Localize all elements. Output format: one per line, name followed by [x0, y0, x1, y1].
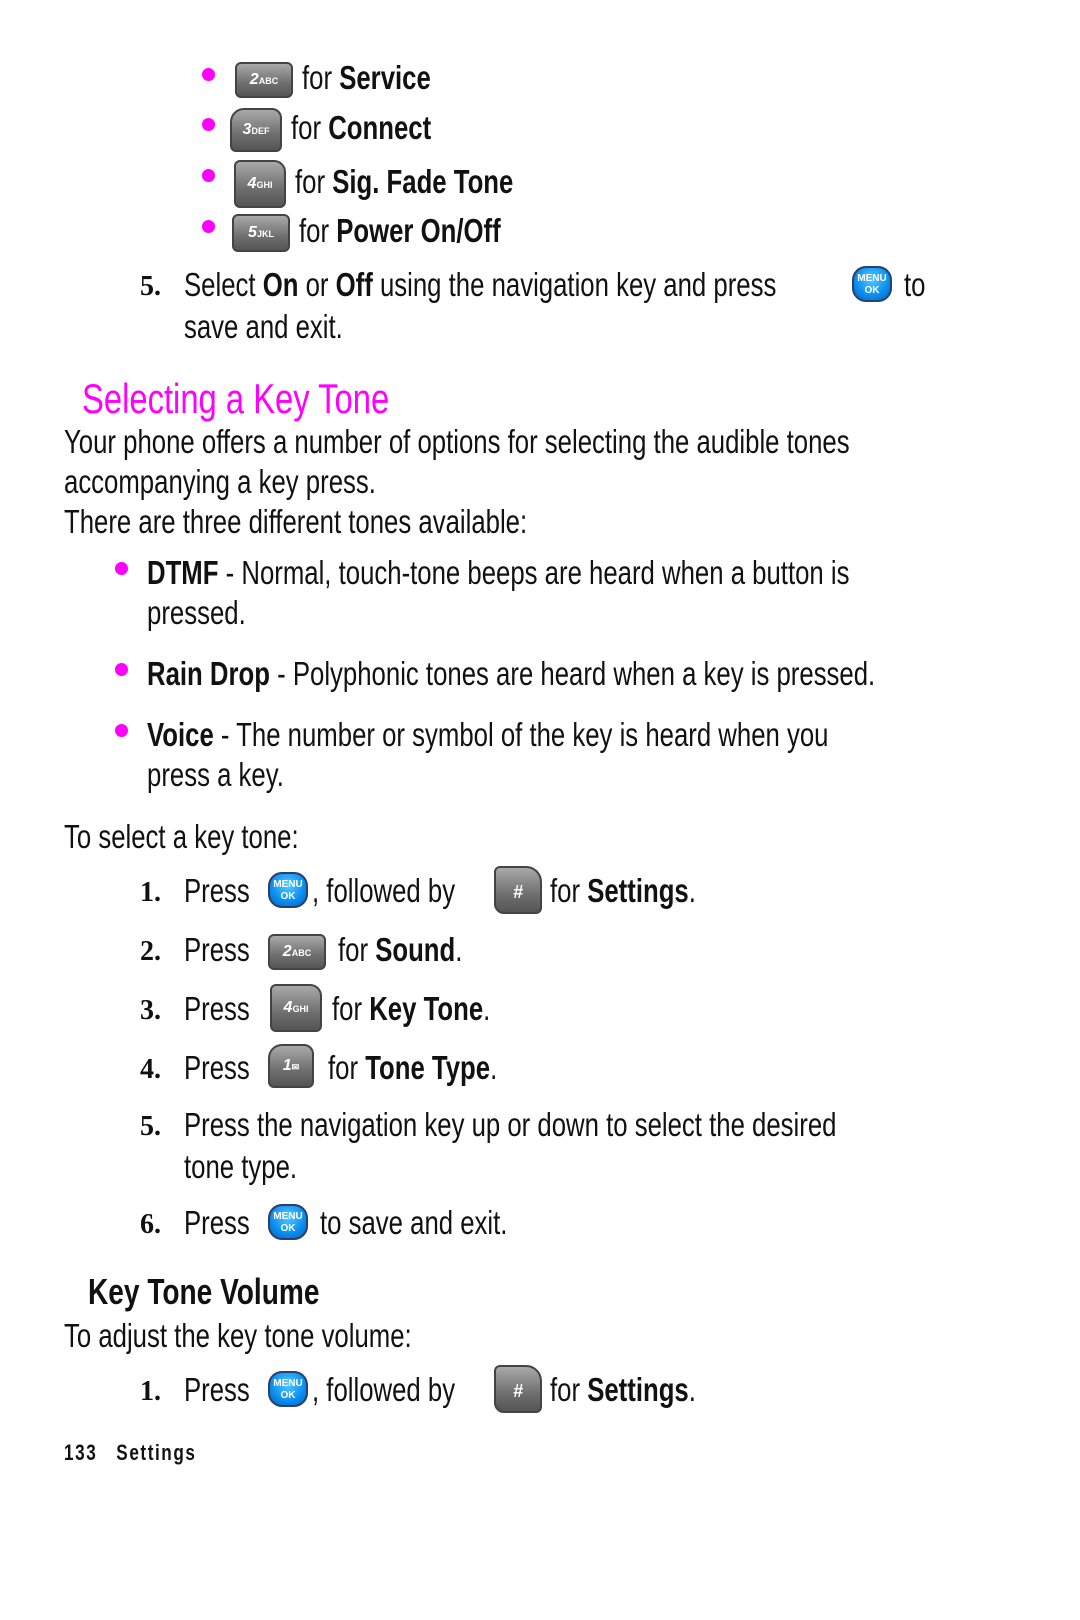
step-number: 1. — [140, 877, 161, 908]
bullet-icon — [202, 118, 215, 131]
step-number: 5. — [140, 1111, 161, 1142]
key-2abc-icon: 2ABC — [235, 62, 293, 99]
step-3-after: for Key Tone. — [332, 990, 491, 1027]
step-2-after: for Sound. — [338, 931, 463, 968]
step-1-mid: , followed by — [312, 872, 456, 909]
step-1-after: for Settings. — [550, 872, 696, 909]
key-5jkl-icon: 5JKL — [232, 214, 290, 253]
key-4ghi-icon: 4GHI — [234, 160, 286, 208]
tone-item-voice-line2: press a key. — [147, 756, 284, 793]
step-number: 6. — [140, 1209, 161, 1240]
step-5-text-line2: save and exit. — [184, 308, 343, 345]
menu-ok-key-icon: MENU OK — [268, 1204, 308, 1240]
step-3: Press — [184, 990, 250, 1027]
menu-ok-key-icon: MENU OK — [268, 872, 308, 908]
bullet-icon — [202, 68, 215, 81]
list-item-power-on-off: 5JKL for Power On/Off — [232, 211, 558, 253]
step-number: 1. — [140, 1376, 161, 1407]
key-4ghi-icon: 4GHI — [270, 984, 322, 1032]
footer-section: Settings — [116, 1440, 197, 1465]
bullet-icon — [115, 663, 128, 676]
tone-item-voice: Voice - The number or symbol of the key … — [147, 716, 829, 753]
step-6-after: to save and exit. — [320, 1204, 508, 1241]
step-5-text-to: to — [904, 266, 926, 303]
step-4: Press — [184, 1049, 250, 1086]
step-1: Press — [184, 872, 250, 909]
intro-text: accompanying a key press. — [64, 463, 376, 500]
step-number: 5. — [140, 271, 161, 302]
step-6: Press — [184, 1204, 250, 1241]
section-title: Selecting a Key Tone — [82, 375, 390, 422]
space-hash-key-icon: # — [494, 866, 542, 914]
page-number: 133 — [64, 1440, 98, 1465]
key-2abc-icon: 2ABC — [268, 934, 326, 970]
step-number: 2. — [140, 936, 161, 967]
volume-intro: To adjust the key tone volume: — [64, 1317, 412, 1354]
step-number: 4. — [140, 1054, 161, 1085]
subsection-title: Key Tone Volume — [88, 1271, 320, 1312]
step-number: 3. — [140, 995, 161, 1026]
menu-ok-key-icon: MENU OK — [852, 266, 892, 302]
step-2: Press — [184, 931, 250, 968]
select-intro: To select a key tone: — [64, 818, 299, 855]
tone-item-dtmf: DTMF - Normal, touch-tone beeps are hear… — [147, 554, 850, 591]
tone-item-dtmf-line2: pressed. — [147, 594, 246, 631]
intro-text: Your phone offers a number of options fo… — [64, 423, 850, 460]
list-item-sig-fade-tone: 4GHI for Sig. Fade Tone — [234, 160, 575, 208]
step-5-line2: tone type. — [184, 1148, 298, 1185]
bullet-icon — [202, 169, 215, 182]
page-footer: 133 Settings — [64, 1440, 234, 1466]
volume-step-1: Press — [184, 1371, 250, 1408]
bullet-icon — [115, 724, 128, 737]
step-5: Press the navigation key up or down to s… — [184, 1106, 837, 1143]
step-5-text: Select On or Off using the navigation ke… — [184, 266, 777, 303]
menu-ok-key-icon: MENU OK — [268, 1371, 308, 1407]
step-4-after: for Tone Type. — [328, 1049, 498, 1086]
volume-step-1-after: for Settings. — [550, 1371, 696, 1408]
list-item-service: 2ABC for Service — [235, 58, 467, 99]
tone-item-rain-drop: Rain Drop - Polyphonic tones are heard w… — [147, 655, 876, 692]
space-hash-key-icon: # — [494, 1365, 542, 1413]
key-3def-icon: 3DEF — [230, 108, 282, 153]
volume-step-1-mid: , followed by — [312, 1371, 456, 1408]
list-item-connect: 3DEF for Connect — [230, 108, 471, 153]
key-1-voicemail-icon: 1✉ — [268, 1044, 314, 1088]
bullet-icon — [202, 220, 215, 233]
bullet-icon — [115, 562, 128, 575]
intro-text: There are three different tones availabl… — [64, 503, 528, 540]
